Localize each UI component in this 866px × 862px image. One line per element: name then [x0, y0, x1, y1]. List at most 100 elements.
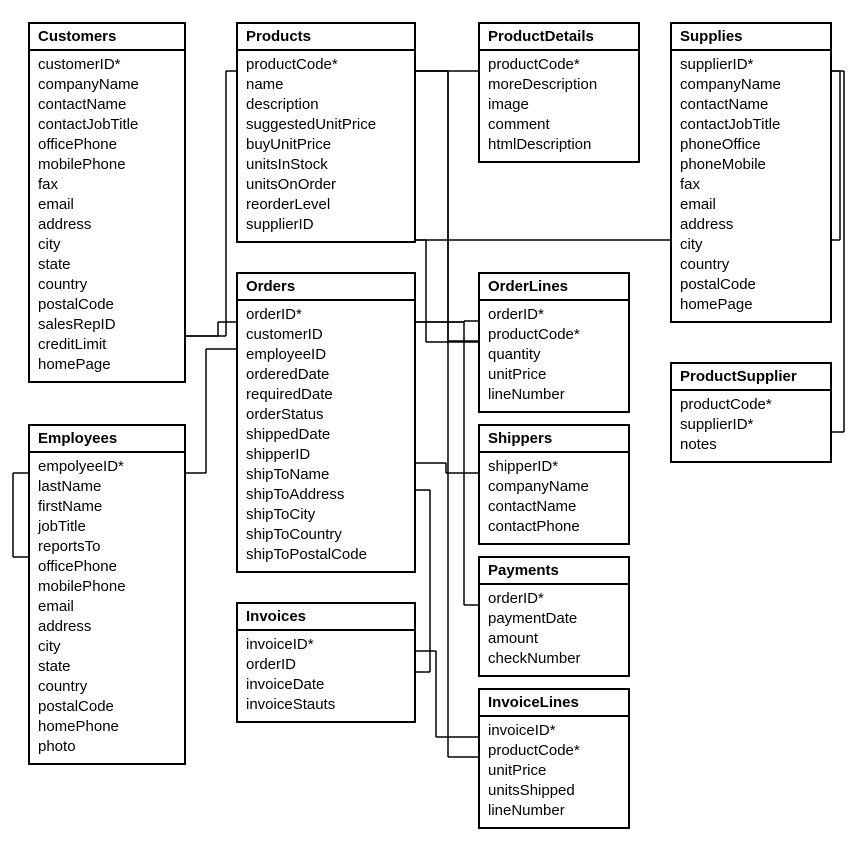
- table-field: contactName: [488, 497, 620, 517]
- table-field-list: orderID*customerIDemployeeIDorderedDater…: [238, 301, 414, 571]
- table-field: fax: [680, 175, 822, 195]
- table-customers: CustomerscustomerID*companyNamecontactNa…: [28, 22, 186, 383]
- table-field: lastName: [38, 477, 176, 497]
- table-field-list: productCode*namedescriptionsuggestedUnit…: [238, 51, 414, 241]
- table-field: unitsInStock: [246, 155, 406, 175]
- table-field-list: supplierID*companyNamecontactNamecontact…: [672, 51, 830, 321]
- table-field: homePage: [38, 355, 176, 375]
- table-field: companyName: [38, 75, 176, 95]
- table-field: comment: [488, 115, 630, 135]
- table-field: shipToCountry: [246, 525, 406, 545]
- table-field: orderStatus: [246, 405, 406, 425]
- table-field-list: productCode*supplierID*notes: [672, 391, 830, 461]
- table-field: phoneMobile: [680, 155, 822, 175]
- table-title: Shippers: [480, 426, 628, 453]
- table-field: shipperID*: [488, 457, 620, 477]
- table-field: email: [38, 195, 176, 215]
- table-field: postalCode: [38, 697, 176, 717]
- table-field: shipperID: [246, 445, 406, 465]
- table-field: firstName: [38, 497, 176, 517]
- table-field: address: [680, 215, 822, 235]
- table-field-list: empolyeeID*lastNamefirstNamejobTitlerepo…: [30, 453, 184, 763]
- table-field: contactJobTitle: [680, 115, 822, 135]
- table-field: orderID*: [488, 305, 620, 325]
- table-field: mobilePhone: [38, 577, 176, 597]
- table-field: shipToPostalCode: [246, 545, 406, 565]
- table-products: ProductsproductCode*namedescriptionsugge…: [236, 22, 416, 243]
- table-field: contactName: [680, 95, 822, 115]
- table-field: description: [246, 95, 406, 115]
- table-field: email: [680, 195, 822, 215]
- table-field: checkNumber: [488, 649, 620, 669]
- table-title: InvoiceLines: [480, 690, 628, 717]
- table-field: suggestedUnitPrice: [246, 115, 406, 135]
- table-field-list: shipperID*companyNamecontactNamecontactP…: [480, 453, 628, 543]
- table-field-list: orderID*paymentDateamountcheckNumber: [480, 585, 628, 675]
- table-field: homePhone: [38, 717, 176, 737]
- table-field: country: [680, 255, 822, 275]
- table-field: unitPrice: [488, 365, 620, 385]
- table-field: moreDescription: [488, 75, 630, 95]
- table-field: supplierID*: [680, 55, 822, 75]
- table-field: city: [38, 637, 176, 657]
- table-field: phoneOffice: [680, 135, 822, 155]
- table-field: address: [38, 617, 176, 637]
- table-field: quantity: [488, 345, 620, 365]
- table-field-list: customerID*companyNamecontactNamecontact…: [30, 51, 184, 381]
- table-invoices: InvoicesinvoiceID*orderIDinvoiceDateinvo…: [236, 602, 416, 723]
- table-field: country: [38, 275, 176, 295]
- table-field: orderID*: [488, 589, 620, 609]
- table-field: amount: [488, 629, 620, 649]
- table-field: productCode*: [488, 741, 620, 761]
- table-title: Employees: [30, 426, 184, 453]
- table-field: productCode*: [488, 55, 630, 75]
- table-productdetails: ProductDetailsproductCode*moreDescriptio…: [478, 22, 640, 163]
- table-title: Invoices: [238, 604, 414, 631]
- table-field-list: productCode*moreDescriptionimagecommenth…: [480, 51, 638, 161]
- table-field: orderID*: [246, 305, 406, 325]
- table-field: orderedDate: [246, 365, 406, 385]
- table-field: postalCode: [680, 275, 822, 295]
- table-field: empolyeeID*: [38, 457, 176, 477]
- table-field: mobilePhone: [38, 155, 176, 175]
- table-field: name: [246, 75, 406, 95]
- table-field: state: [38, 657, 176, 677]
- table-field: paymentDate: [488, 609, 620, 629]
- table-shippers: ShippersshipperID*companyNamecontactName…: [478, 424, 630, 545]
- table-field: email: [38, 597, 176, 617]
- table-field: companyName: [488, 477, 620, 497]
- table-title: Orders: [238, 274, 414, 301]
- table-productsupplier: ProductSupplierproductCode*supplierID*no…: [670, 362, 832, 463]
- table-field: state: [38, 255, 176, 275]
- table-field: htmlDescription: [488, 135, 630, 155]
- table-field-list: orderID*productCode*quantityunitPricelin…: [480, 301, 628, 411]
- table-field: companyName: [680, 75, 822, 95]
- table-field: customerID*: [38, 55, 176, 75]
- table-field-list: invoiceID*orderIDinvoiceDateinvoiceStaut…: [238, 631, 414, 721]
- table-field: fax: [38, 175, 176, 195]
- table-field: productCode*: [488, 325, 620, 345]
- table-title: OrderLines: [480, 274, 628, 301]
- table-field: image: [488, 95, 630, 115]
- table-field: invoiceDate: [246, 675, 406, 695]
- table-field: jobTitle: [38, 517, 176, 537]
- table-field: lineNumber: [488, 801, 620, 821]
- table-field: country: [38, 677, 176, 697]
- table-field: city: [680, 235, 822, 255]
- table-field: notes: [680, 435, 822, 455]
- table-field: reportsTo: [38, 537, 176, 557]
- table-field: productCode*: [680, 395, 822, 415]
- table-field: orderID: [246, 655, 406, 675]
- table-field-list: invoiceID*productCode*unitPriceunitsShip…: [480, 717, 628, 827]
- table-field: invoiceID*: [246, 635, 406, 655]
- table-field: supplierID*: [680, 415, 822, 435]
- table-orders: OrdersorderID*customerIDemployeeIDordere…: [236, 272, 416, 573]
- table-invoicelines: InvoiceLinesinvoiceID*productCode*unitPr…: [478, 688, 630, 829]
- table-field: shippedDate: [246, 425, 406, 445]
- table-field: productCode*: [246, 55, 406, 75]
- table-field: reorderLevel: [246, 195, 406, 215]
- table-title: Customers: [30, 24, 184, 51]
- table-title: ProductDetails: [480, 24, 638, 51]
- table-field: photo: [38, 737, 176, 757]
- table-field: salesRepID: [38, 315, 176, 335]
